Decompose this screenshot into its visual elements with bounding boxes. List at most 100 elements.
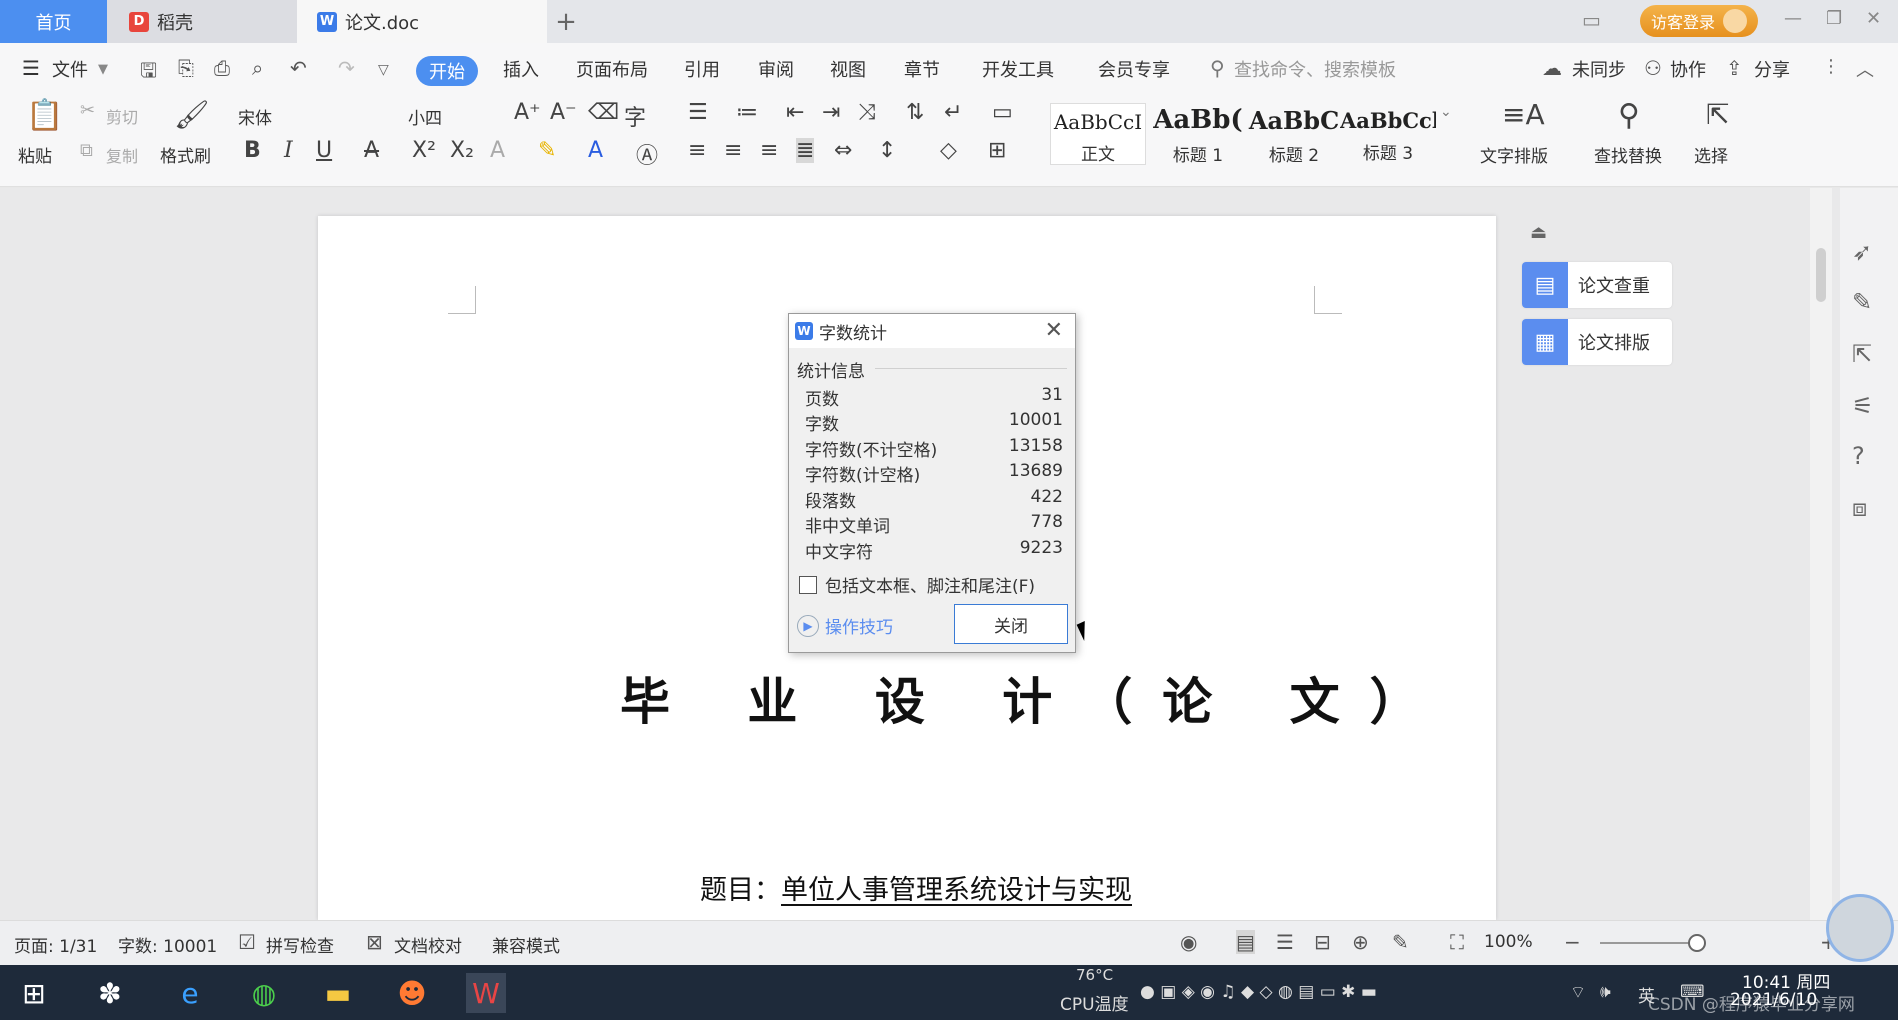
justify-icon[interactable]: ≣: [796, 138, 815, 163]
menu-references[interactable]: 引用: [684, 56, 720, 82]
file-explorer-icon[interactable]: ▬: [318, 973, 358, 1013]
font-name-select[interactable]: 宋体: [238, 104, 388, 129]
grow-font-icon[interactable]: A⁺: [514, 100, 541, 125]
help-icon[interactable]: ?: [1852, 442, 1865, 470]
app-swirl-icon[interactable]: ✽: [90, 973, 130, 1013]
checkbox[interactable]: [799, 575, 817, 594]
distributed-icon[interactable]: ⇔: [834, 138, 852, 163]
page-indicator[interactable]: 页面: 1/31: [14, 932, 97, 957]
restore-icon[interactable]: ❐: [1826, 8, 1842, 29]
styles-more-icon[interactable]: ⌄: [1440, 104, 1452, 120]
text-layout-button[interactable]: 文字排版: [1480, 142, 1548, 167]
strikethrough-icon[interactable]: A: [364, 138, 379, 163]
menu-chapter[interactable]: 章节: [904, 56, 940, 82]
align-right-icon[interactable]: ≡: [760, 138, 778, 163]
bullet-list-icon[interactable]: ☰: [688, 100, 708, 125]
collapse-panel-icon[interactable]: ⏏: [1530, 222, 1547, 243]
cut-icon[interactable]: ✂: [80, 100, 95, 121]
increase-indent-icon[interactable]: ⇥: [822, 100, 840, 125]
chevron-down-icon[interactable]: ▼: [98, 62, 108, 77]
scrollbar-thumb[interactable]: [1816, 248, 1826, 302]
paper-layout-button[interactable]: ▦ 论文排版: [1522, 319, 1672, 365]
close-window-icon[interactable]: ✕: [1866, 8, 1881, 29]
cut-button[interactable]: 剪切: [106, 104, 138, 128]
hamburger-icon[interactable]: ☰: [22, 56, 40, 80]
proofread-button[interactable]: 文档校对: [394, 932, 462, 957]
outline-view-icon[interactable]: ☰: [1276, 930, 1294, 954]
text-layout-icon[interactable]: ≡A: [1502, 98, 1545, 131]
font-color-icon[interactable]: A: [588, 138, 603, 163]
undo-icon[interactable]: ↶: [290, 56, 307, 80]
paper-check-button[interactable]: ▤ 论文查重: [1522, 262, 1672, 308]
settings-sliders-icon[interactable]: ⚟: [1852, 392, 1874, 420]
format-painter-icon[interactable]: 🖌: [174, 98, 210, 131]
zoom-out-icon[interactable]: −: [1564, 930, 1581, 954]
fit-page-icon[interactable]: ⛶: [1450, 930, 1464, 954]
paste-icon[interactable]: 📋: [26, 98, 63, 133]
cursor-icon[interactable]: ⇱: [1852, 340, 1872, 368]
spell-check-button[interactable]: 拼写检查: [266, 932, 334, 957]
customize-icon[interactable]: ▽: [378, 62, 389, 78]
include-textbox-checkbox[interactable]: 包括文本框、脚注和尾注(F): [799, 572, 1035, 597]
style-heading-2[interactable]: AaBbC 标题 2: [1246, 103, 1342, 166]
find-replace-icon[interactable]: ⚲: [1618, 98, 1640, 133]
more-icon[interactable]: ⋮: [1822, 56, 1840, 77]
tray-icons[interactable]: ● ▣ ◈ ◉ ♫ ◆ ◇ ◍ ▤ ▭ ✱ ▬: [1140, 982, 1377, 1002]
page-view-icon[interactable]: ▤: [1236, 930, 1255, 954]
menu-insert[interactable]: 插入: [503, 56, 539, 82]
bold-icon[interactable]: B: [244, 138, 261, 163]
align-left-icon[interactable]: ≡: [688, 138, 706, 163]
text-effect-icon[interactable]: A: [490, 138, 505, 163]
tab-document[interactable]: W 论文.doc: [297, 0, 547, 43]
wifi-icon[interactable]: ⌔: [1570, 982, 1586, 1003]
dialog-close-button[interactable]: 关闭: [954, 604, 1068, 644]
borders-icon[interactable]: ⊞: [988, 138, 1006, 163]
command-search-input[interactable]: 查找命令、搜索模板: [1234, 56, 1396, 82]
write-mode-icon[interactable]: ✎: [1392, 930, 1409, 954]
superscript-icon[interactable]: X²: [412, 138, 436, 163]
save-icon[interactable]: 🖫: [140, 56, 157, 90]
collapse-ribbon-icon[interactable]: ︿: [1856, 56, 1874, 82]
scrollbar[interactable]: [1810, 188, 1832, 920]
italic-icon[interactable]: I: [284, 138, 293, 163]
menu-developer[interactable]: 开发工具: [982, 56, 1054, 82]
menu-review[interactable]: 审阅: [758, 56, 794, 82]
rocket-icon[interactable]: ➶: [1852, 238, 1872, 266]
reading-view-icon[interactable]: ⊟: [1314, 930, 1331, 954]
print-icon[interactable]: ⎙: [214, 56, 230, 80]
style-normal[interactable]: AaBbCcI 正文: [1050, 103, 1146, 165]
assistant-avatar[interactable]: [1826, 894, 1894, 962]
line-spacing-icon[interactable]: ↕: [878, 138, 896, 163]
360-browser-icon[interactable]: ◍: [244, 973, 284, 1013]
align-center-icon[interactable]: ≡: [724, 138, 742, 163]
redo-icon[interactable]: ↷: [338, 56, 355, 80]
tab-daoke[interactable]: D 稻壳: [107, 0, 297, 43]
menu-member[interactable]: 会员专享: [1098, 56, 1170, 82]
sync-button[interactable]: 未同步: [1572, 56, 1626, 82]
copy-button[interactable]: 复制: [106, 143, 138, 167]
minimize-icon[interactable]: —: [1784, 8, 1802, 29]
menu-start[interactable]: 开始: [416, 56, 478, 86]
numbered-list-icon[interactable]: ≔: [736, 100, 758, 125]
style-heading-3[interactable]: AaBbCcl 标题 3: [1340, 103, 1436, 165]
layout-icon[interactable]: ▭: [1582, 8, 1601, 32]
app-mascot-icon[interactable]: ☻: [392, 973, 432, 1013]
show-marks-icon[interactable]: ↵: [944, 100, 962, 125]
zoom-slider-handle[interactable]: [1688, 934, 1706, 952]
tips-link[interactable]: ▶ 操作技巧: [797, 613, 893, 638]
copy-icon[interactable]: ⧉: [80, 140, 93, 161]
dialog-close-icon[interactable]: ✕: [1045, 318, 1063, 343]
zoom-slider[interactable]: [1600, 942, 1696, 944]
new-tab-button[interactable]: +: [548, 0, 584, 43]
select-button[interactable]: 选择: [1694, 142, 1728, 167]
font-size-select[interactable]: 小四: [408, 104, 488, 129]
login-button[interactable]: 访客登录: [1640, 5, 1758, 37]
word-count-indicator[interactable]: 字数: 10001: [118, 932, 217, 957]
ie-browser-icon[interactable]: e: [170, 973, 210, 1013]
shading-icon[interactable]: ◇: [940, 138, 957, 163]
paste-button[interactable]: 粘贴: [18, 142, 52, 167]
subscript-icon[interactable]: X₂: [450, 138, 474, 163]
menu-view[interactable]: 视图: [830, 56, 866, 82]
menu-file[interactable]: 文件: [52, 56, 88, 82]
highlight-icon[interactable]: ✎: [538, 138, 556, 163]
